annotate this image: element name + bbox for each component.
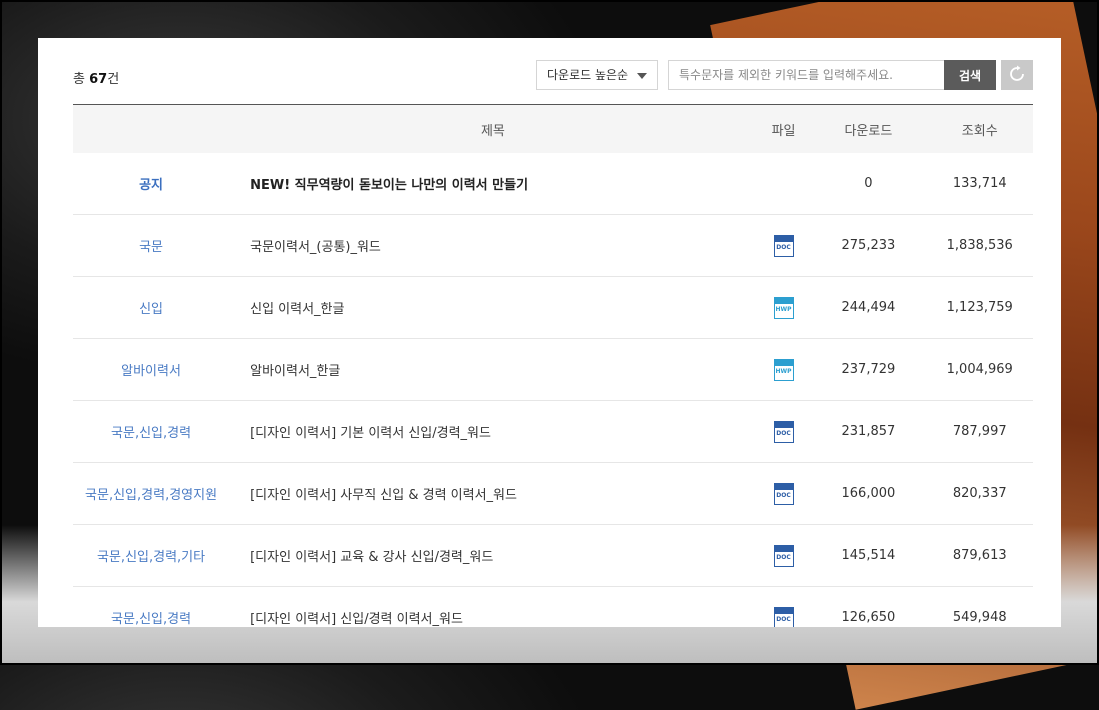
list-toolbar: 총 67건 다운로드 높은순 검색 [73, 60, 1033, 92]
row-file: HWP [756, 338, 811, 401]
sort-dropdown[interactable]: 다운로드 높은순 [536, 60, 658, 90]
row-file: DOC [756, 524, 811, 587]
sort-selected-label: 다운로드 높은순 [547, 68, 629, 82]
row-category[interactable]: 신입 [73, 276, 230, 339]
table-header-row: 제목 파일 다운로드 조회수 [73, 104, 1033, 154]
table-row[interactable]: 공지 NEW! 직무역량이 돋보이는 나만의 이력서 만들기 0 133,714 [73, 153, 1033, 215]
resume-template-table: 제목 파일 다운로드 조회수 공지 NEW! 직무역량이 돋보이는 나만의 이력… [73, 104, 1033, 627]
header-category [73, 105, 229, 154]
row-category[interactable]: 알바이력서 [73, 338, 230, 401]
row-downloads: 275,233 [810, 214, 927, 277]
doc-file-icon[interactable]: DOC [773, 544, 794, 567]
doc-file-icon[interactable]: DOC [773, 482, 794, 505]
row-category[interactable]: 국문 [73, 214, 230, 277]
table-row[interactable]: 국문,신입,경력 [디자인 이력서] 기본 이력서 신입/경력_워드 DOC 2… [73, 400, 1033, 463]
row-file: DOC [756, 462, 811, 525]
row-downloads: 166,000 [810, 462, 927, 525]
search-button[interactable]: 검색 [944, 60, 996, 90]
table-row[interactable]: 신입 신입 이력서_한글 HWP 244,494 1,123,759 [73, 276, 1033, 339]
total-prefix: 총 [73, 72, 85, 87]
row-views: 549,948 [926, 586, 1033, 627]
search-input[interactable] [668, 60, 945, 90]
chevron-down-icon [637, 73, 647, 79]
header-file: 파일 [771, 123, 796, 139]
row-views: 820,337 [926, 462, 1033, 525]
row-views: 1,838,536 [926, 214, 1033, 277]
row-downloads: 244,494 [810, 276, 927, 339]
table-row[interactable]: 국문,신입,경력,기타 [디자인 이력서] 교육 & 강사 신입/경력_워드 D… [73, 524, 1033, 587]
row-title[interactable]: 신입 이력서_한글 [229, 276, 757, 339]
row-downloads: 231,857 [810, 400, 927, 463]
header-downloads: 다운로드 [844, 123, 893, 139]
row-title[interactable]: 알바이력서_한글 [229, 338, 757, 401]
row-downloads: 145,514 [810, 524, 927, 587]
row-category[interactable]: 국문,신입,경력,경영지원 [73, 462, 230, 525]
table-row[interactable]: 국문,신입,경력,경영지원 [디자인 이력서] 사무직 신입 & 경력 이력서_… [73, 462, 1033, 525]
row-file: HWP [756, 276, 811, 339]
table-row[interactable]: 국문 국문이력서_(공통)_워드 DOC 275,233 1,838,536 [73, 214, 1033, 277]
hwp-file-icon[interactable]: HWP [773, 358, 794, 381]
reset-icon [1008, 65, 1026, 86]
row-title[interactable]: NEW! 직무역량이 돋보이는 나만의 이력서 만들기 [229, 153, 757, 215]
row-title[interactable]: 국문이력서_(공통)_워드 [229, 214, 757, 277]
total-suffix: 건 [107, 72, 120, 87]
row-file [756, 153, 811, 215]
doc-file-icon[interactable]: DOC [773, 420, 794, 443]
row-views: 133,714 [926, 153, 1033, 215]
hwp-file-icon[interactable]: HWP [773, 296, 794, 319]
row-title[interactable]: [디자인 이력서] 기본 이력서 신입/경력_워드 [229, 400, 757, 463]
header-views: 조회수 [961, 123, 998, 139]
row-file: DOC [756, 586, 811, 627]
table-row[interactable]: 알바이력서 알바이력서_한글 HWP 237,729 1,004,969 [73, 338, 1033, 401]
row-title[interactable]: [디자인 이력서] 신입/경력 이력서_워드 [229, 586, 757, 627]
row-downloads: 237,729 [810, 338, 927, 401]
table-row[interactable]: 국문,신입,경력 [디자인 이력서] 신입/경력 이력서_워드 DOC 126,… [73, 586, 1033, 627]
resume-template-panel: 총 67건 다운로드 높은순 검색 제목 파일 다운로드 조회수 [38, 38, 1061, 627]
row-views: 1,123,759 [926, 276, 1033, 339]
row-views: 787,997 [926, 400, 1033, 463]
total-count: 총 67건 [73, 68, 119, 87]
total-number: 67 [89, 72, 108, 87]
row-category[interactable]: 국문,신입,경력,기타 [73, 524, 230, 587]
row-category[interactable]: 공지 [73, 153, 230, 215]
doc-file-icon[interactable]: DOC [773, 234, 794, 257]
row-title[interactable]: [디자인 이력서] 사무직 신입 & 경력 이력서_워드 [229, 462, 757, 525]
doc-file-icon[interactable]: DOC [773, 606, 794, 627]
row-views: 1,004,969 [926, 338, 1033, 401]
row-file: DOC [756, 214, 811, 277]
row-views: 879,613 [926, 524, 1033, 587]
header-title: 제목 [480, 123, 505, 139]
row-downloads: 126,650 [810, 586, 927, 627]
row-category[interactable]: 국문,신입,경력 [73, 586, 230, 627]
row-title[interactable]: [디자인 이력서] 교육 & 강사 신입/경력_워드 [229, 524, 757, 587]
reset-button[interactable] [1001, 60, 1033, 90]
row-file: DOC [756, 400, 811, 463]
row-downloads: 0 [810, 153, 927, 215]
row-category[interactable]: 국문,신입,경력 [73, 400, 230, 463]
